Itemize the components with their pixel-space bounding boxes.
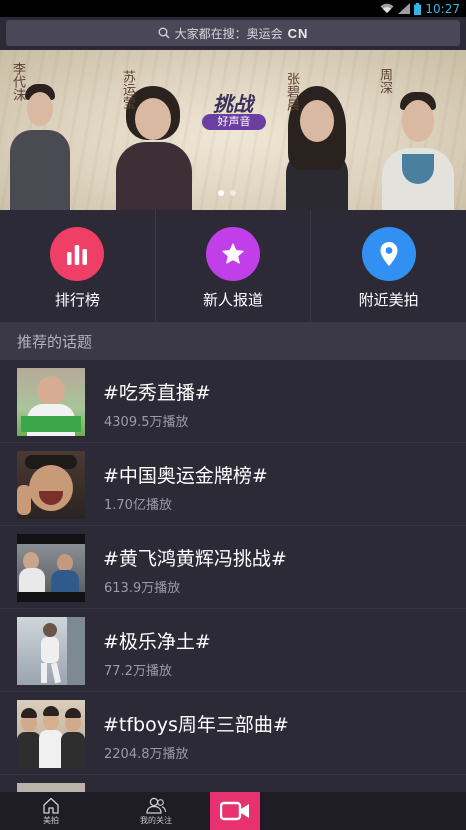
topic-item[interactable]: #黄飞鸿黄辉冯挑战# 613.9万播放 xyxy=(0,526,466,609)
topic-play-count: 2204.8万播放 xyxy=(104,747,189,762)
topic-item[interactable]: #吃秀直播# 4309.5万播放 xyxy=(0,360,466,443)
section-header: 推荐的话题 xyxy=(0,322,466,360)
status-icons: 10:27 xyxy=(380,0,460,17)
topic-play-count: 1.70亿播放 xyxy=(104,498,172,513)
ranking-label: 排行榜 xyxy=(54,291,100,309)
topic-play-count: 613.9万播放 xyxy=(104,581,181,596)
topic-list: #吃秀直播# 4309.5万播放 #中国奥运金牌榜# 1.70亿播放 #黄飞鸿黄… xyxy=(0,360,466,795)
topic-thumbnail xyxy=(17,700,85,768)
search-bar-area: 大家都在搜：奥运会 CN xyxy=(0,17,466,50)
home-icon xyxy=(43,797,59,814)
nearby-icon-circle xyxy=(361,227,416,281)
star-icon xyxy=(222,243,244,264)
banner-name-tag-4: 周深 xyxy=(377,68,392,94)
topic-title: #中国奥运金牌榜# xyxy=(103,465,268,487)
status-bar: 10:27 xyxy=(0,0,466,17)
banner-carousel[interactable]: 李代沫 苏运莹 挑战 好声音 张碧晨 周深 xyxy=(0,50,466,210)
search-box[interactable]: 大家都在搜：奥运会 CN xyxy=(6,20,460,46)
topic-thumbnail xyxy=(17,617,85,685)
topic-title: #tfboys周年三部曲# xyxy=(103,714,289,736)
nearby-label: 附近美拍 xyxy=(358,291,419,309)
banner-name-tag-3: 张碧晨 xyxy=(284,72,299,111)
newcomer-label: 新人报道 xyxy=(203,291,264,309)
topic-thumbnail xyxy=(17,368,85,436)
status-time: 10:27 xyxy=(425,1,460,16)
nav-following[interactable]: 我的关注 xyxy=(128,792,184,830)
newcomer-icon-circle xyxy=(206,227,260,281)
newcomer-button[interactable]: 新人报道 xyxy=(154,210,311,322)
bar-chart-icon xyxy=(67,245,88,265)
topic-thumbnail xyxy=(17,451,85,519)
topic-title: #黄飞鸿黄辉冯挑战# xyxy=(103,548,287,570)
section-title: 推荐的话题 xyxy=(17,332,93,351)
wifi-icon xyxy=(380,3,394,13)
topic-item[interactable]: #极乐净土# 77.2万播放 xyxy=(0,609,466,692)
topic-thumbnail xyxy=(17,534,85,602)
search-icon xyxy=(158,27,170,39)
nav-home-label: 美拍 xyxy=(43,815,59,825)
banner-show-logo: 挑战 xyxy=(213,94,253,116)
search-suggestion-text: 大家都在搜：奥运会 xyxy=(174,26,283,41)
topic-play-count: 4309.5万播放 xyxy=(104,415,189,430)
battery-icon xyxy=(414,2,422,15)
quick-actions-row: 排行榜 新人报道 附近美拍 xyxy=(0,210,466,322)
signal-icon xyxy=(398,3,411,14)
banner-person-4 xyxy=(378,76,458,210)
carousel-indicator xyxy=(218,190,236,196)
carousel-dot-2[interactable] xyxy=(230,190,236,196)
nav-following-label: 我的关注 xyxy=(140,815,172,825)
topic-play-count: 77.2万播放 xyxy=(104,664,172,679)
ranking-button[interactable]: 排行榜 xyxy=(0,210,155,322)
record-video-button[interactable] xyxy=(210,792,260,830)
banner-name-tag-2: 苏运莹 xyxy=(120,70,135,109)
nav-home[interactable]: 美拍 xyxy=(26,792,76,830)
carousel-dot-1[interactable] xyxy=(218,190,224,196)
ranking-icon-circle xyxy=(50,227,105,281)
banner-show-logo-subtitle: 好声音 xyxy=(202,114,266,130)
topic-item[interactable]: #中国奥运金牌榜# 1.70亿播放 xyxy=(0,443,466,526)
people-icon xyxy=(146,797,167,814)
video-camera-icon xyxy=(220,801,249,821)
nearby-button[interactable]: 附近美拍 xyxy=(310,210,466,322)
topic-item[interactable]: #tfboys周年三部曲# 2204.8万播放 xyxy=(0,692,466,775)
topic-title: #极乐净土# xyxy=(103,631,211,653)
banner-name-tag-1: 李代沫 xyxy=(10,62,25,101)
cn-brand-logo: CN xyxy=(287,25,309,41)
topic-title: #吃秀直播# xyxy=(103,382,211,404)
location-pin-icon xyxy=(380,242,398,266)
